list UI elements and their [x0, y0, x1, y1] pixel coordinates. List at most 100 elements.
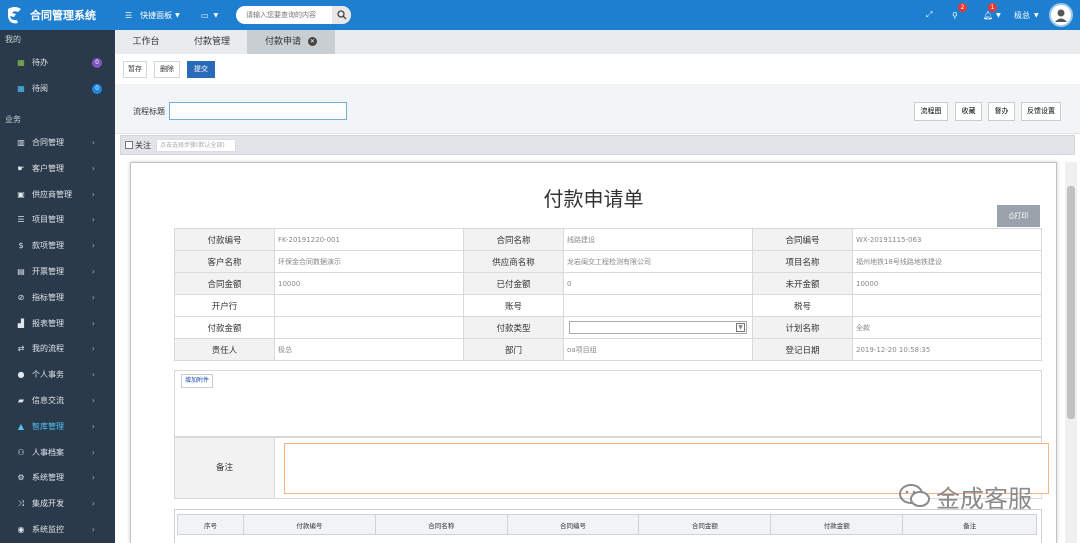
payment-amount-input[interactable]	[274, 316, 464, 339]
payment-type-cell: ▼	[563, 316, 753, 339]
feedback-settings-button[interactable]: 反馈设置	[1021, 102, 1061, 121]
sidebar-item-report[interactable]: ▟ 报表管理 ›	[0, 310, 115, 336]
field-label: 税号	[752, 294, 853, 317]
shortcut-panel-menu[interactable]: ☰ 快捷面板 ▼	[125, 0, 180, 30]
sidebar-item-label: 人事档案	[32, 447, 64, 457]
sidebar-item-todo[interactable]: ▦ 待办 0	[0, 50, 115, 76]
app-logo[interactable]: 合同管理系统	[0, 0, 115, 30]
sidebar: 我的 ▦ 待办 0 ▦ 待阅 0 业务 ▥ 合同管理 › ☛ 客户管理 › ▣ 供应商管理…	[0, 30, 115, 543]
graduation-icon: ▲	[17, 421, 25, 431]
sidebar-item-payment[interactable]: $ 款项管理 ›	[0, 233, 115, 259]
flow-title-label: 流程标题	[133, 107, 165, 116]
bank-input[interactable]	[274, 294, 464, 317]
sidebar-item-personal[interactable]: ● 个人事务 ›	[0, 362, 115, 388]
chevron-right-icon: ›	[91, 318, 95, 328]
field-label: 付款类型	[463, 316, 564, 339]
field-value: FK-20191220-001	[274, 228, 464, 251]
column-header: 序号	[177, 514, 244, 535]
watermark-text: 金成客服	[936, 484, 1032, 513]
search-button[interactable]	[332, 6, 351, 24]
payment-type-select[interactable]: ▼	[569, 321, 747, 334]
caret-down-icon: ▼	[175, 11, 180, 19]
column-header: 合同金额	[638, 514, 772, 535]
field-label: 合同金额	[174, 272, 275, 295]
sidebar-item-customer[interactable]: ☛ 客户管理 ›	[0, 155, 115, 181]
field-label: 账号	[463, 294, 564, 317]
tab-payment-request[interactable]: 付款申请 ✕	[247, 30, 335, 54]
column-header: 合同名称	[374, 514, 508, 535]
read-count-badge: 0	[92, 83, 102, 94]
sidebar-item-label: 供应商管理	[32, 189, 72, 199]
monitor-icon: ▭	[201, 10, 209, 20]
sidebar-item-label: 信息交流	[32, 395, 64, 405]
sidebar-item-label: 项目管理	[32, 215, 64, 225]
follow-checkbox[interactable]	[125, 141, 133, 149]
sidebar-item-contract[interactable]: ▥ 合同管理 ›	[0, 130, 115, 156]
avatar[interactable]	[1049, 3, 1073, 27]
favorite-button[interactable]: 收藏	[955, 102, 982, 121]
global-search	[236, 6, 351, 24]
dollar-icon: $	[18, 241, 24, 251]
notifications-button[interactable]: ⚲	[952, 0, 958, 30]
sidebar-item-integration[interactable]: ⤨ 集成开发 ›	[0, 491, 115, 517]
sidebar-item-label: 报表管理	[32, 318, 64, 328]
sidebar-item-invoice[interactable]: ▤ 开票管理 ›	[0, 259, 115, 285]
account-input[interactable]	[563, 294, 753, 317]
sidebar-item-label: 智库管理	[32, 421, 64, 431]
vertical-scrollbar[interactable]	[1065, 162, 1077, 543]
table-row: 责任人 极总 部门 oa项目组 登记日期 2019-12-20 10:58:35	[174, 338, 1042, 361]
chat-icon: ▰	[17, 395, 25, 405]
tab-label: 付款管理	[193, 37, 230, 47]
sidebar-item-workflow[interactable]: ⇄ 我的流程 ›	[0, 336, 115, 362]
sidebar-item-supplier[interactable]: ▣ 供应商管理 ›	[0, 181, 115, 207]
fullscreen-button[interactable]: ⤢	[926, 0, 932, 30]
delete-button[interactable]: 删除	[154, 61, 180, 78]
sidebar-item-label: 系统管理	[32, 473, 64, 483]
tab-payment-management[interactable]: 付款管理	[177, 30, 247, 54]
sidebar-item-label: 指标管理	[32, 292, 64, 302]
sidebar-item-messages[interactable]: ▰ 信息交流 ›	[0, 388, 115, 414]
sidebar-item-read[interactable]: ▦ 待阅 0	[0, 76, 115, 102]
tab-workbench[interactable]: 工作台	[115, 30, 177, 54]
top-bar: 合同管理系统 ☰ 快捷面板 ▼ ▭ ▼ ⤢ ⚲ 2 🔔︎ ▼ 1 极总 ▼	[0, 0, 1080, 30]
submit-button[interactable]: 提交	[187, 61, 215, 78]
scrollbar-thumb[interactable]	[1067, 186, 1075, 419]
tax-number-input[interactable]	[852, 294, 1042, 317]
field-label: 供应商名称	[463, 250, 564, 273]
sidebar-item-knowledge[interactable]: ▲ 智库管理 ›	[0, 413, 115, 439]
sidebar-item-hr[interactable]: ⚇ 人事档案 ›	[0, 439, 115, 465]
save-draft-button[interactable]: 暂存	[123, 61, 147, 78]
calendar-icon: ▦	[17, 84, 25, 94]
field-value: 10000	[852, 272, 1042, 295]
sidebar-section-business: 业务	[5, 114, 21, 124]
notification-badge: 2	[958, 3, 967, 12]
caret-down-icon: ▼	[213, 11, 219, 19]
search-icon	[336, 10, 346, 20]
sidebar-item-system[interactable]: ⚙ 系统管理 ›	[0, 465, 115, 491]
table-row: 合同金额 10000 已付金额 0 未开金额 10000	[174, 272, 1042, 295]
flow-title-input[interactable]	[169, 102, 347, 120]
close-icon[interactable]: ✕	[307, 37, 317, 46]
sidebar-item-monitor[interactable]: ◉ 系统监控 ›	[0, 517, 115, 543]
sidebar-item-indicator[interactable]: ⊘ 指标管理 ›	[0, 284, 115, 310]
display-mode-menu[interactable]: ▭ ▼	[201, 0, 218, 30]
user-name: 极总	[1014, 10, 1030, 20]
add-attachment-button[interactable]: 增加附件	[181, 374, 213, 388]
user-menu[interactable]: 极总 ▼	[1014, 0, 1039, 30]
field-value: WX-20191115-063	[852, 228, 1042, 251]
table-row: 付款金额 付款类型 ▼ 计划名称 全款	[174, 316, 1042, 339]
app-title: 合同管理系统	[30, 9, 96, 22]
field-value: oa项目组	[563, 338, 753, 361]
table-header-row: 序号 付款编号 合同名称 合同编号 合同金额 付款金额 备注	[177, 514, 1037, 535]
chevron-right-icon: ›	[91, 266, 95, 276]
supervise-button[interactable]: 督办	[988, 102, 1015, 121]
search-input[interactable]	[236, 6, 332, 24]
column-header: 付款编号	[242, 514, 376, 535]
user-icon: ●	[17, 370, 25, 380]
print-button[interactable]: ⎙打印	[997, 205, 1040, 227]
sidebar-item-label: 款项管理	[32, 241, 64, 251]
step-selector[interactable]: 点击选择步骤(默认全部)	[156, 139, 236, 152]
flowchart-button[interactable]: 流程图	[914, 102, 948, 121]
sidebar-item-project[interactable]: ☰ 项目管理 ›	[0, 207, 115, 233]
payment-info-table: 付款编号 FK-20191220-001 合同名称 线路建设 合同编号 WX-2…	[174, 228, 1042, 361]
